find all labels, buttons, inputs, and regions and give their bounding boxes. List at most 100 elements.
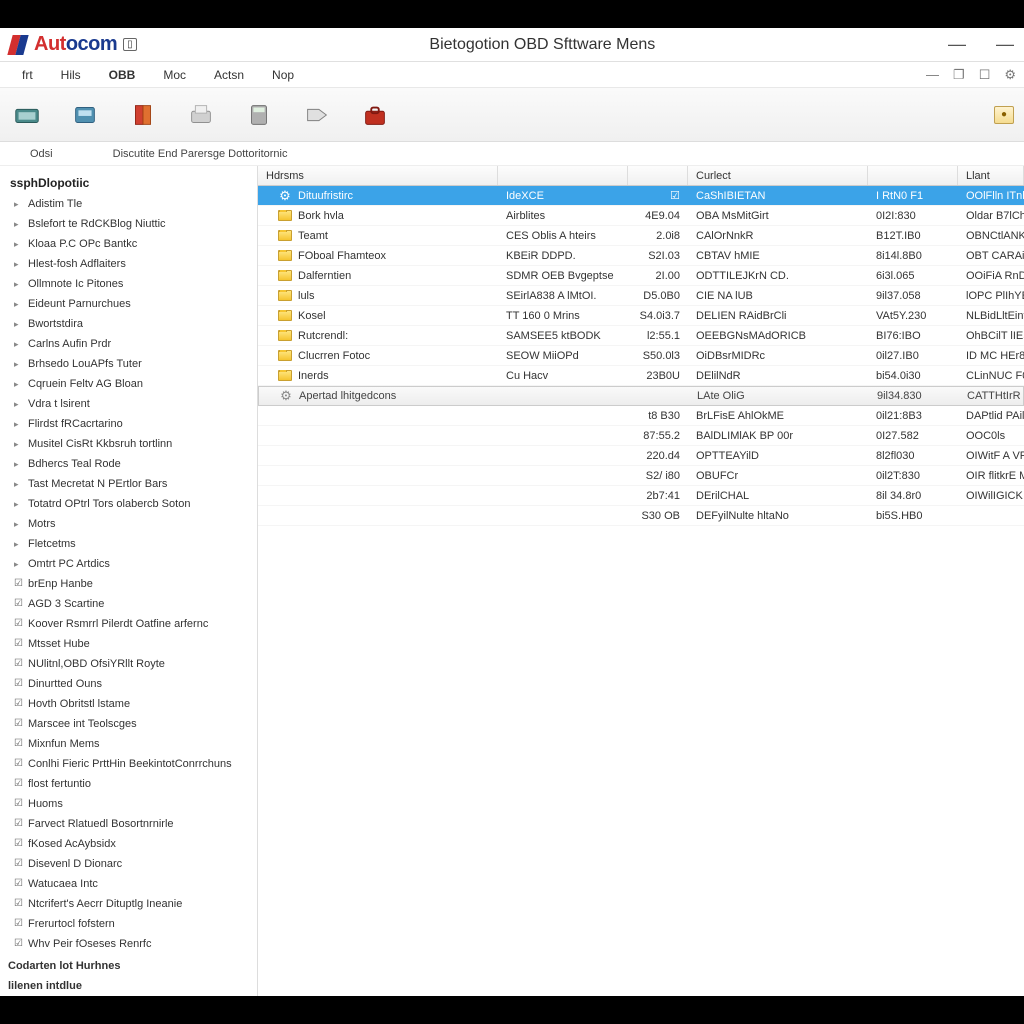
sidebar-item[interactable]: Dinurtted Ouns <box>4 674 253 694</box>
col-header-2[interactable] <box>498 166 628 185</box>
cell: SDMR OEB Bvgeptse <box>498 270 628 282</box>
sidebar-item[interactable]: Conlhi Fieric PrttHin BeekintotConrrchun… <box>4 754 253 774</box>
table-row[interactable]: Rutcrendl:SAMSEE5 ktBODKl2:55.1OEEBGNsMA… <box>258 326 1024 346</box>
col-header-5[interactable] <box>868 166 958 185</box>
sidebar-item[interactable]: Tast Mecretat N PErtlor Bars <box>4 474 253 494</box>
sidebar-item[interactable]: Hovth Obritstl lstame <box>4 694 253 714</box>
menu-obb[interactable]: OBB <box>95 64 150 86</box>
sidebar-item[interactable]: Farvect Rlatuedl Bosortnrnirle <box>4 814 253 834</box>
sidebar-item[interactable]: fKosed AcAybsidx <box>4 834 253 854</box>
sidebar-item[interactable]: Carlns Aufin Prdr <box>4 334 253 354</box>
table-row[interactable]: ⚙DituufristircIdeXCE☑CaShIBIETANI RtN0 F… <box>258 186 1024 206</box>
sidebar-item[interactable]: Vdra t lsirent <box>4 394 253 414</box>
sidebar-item[interactable]: Marscee int Teolscges <box>4 714 253 734</box>
folder-icon <box>278 370 292 381</box>
sidebar-item[interactable]: Koover Rsmrrl Pilerdt Oatfine arfernc <box>4 614 253 634</box>
sidebar-item[interactable]: Ollmnote Ic Pitones <box>4 274 253 294</box>
menu-hils[interactable]: Hils <box>47 64 95 86</box>
table-row[interactable]: TeamtCES Oblis A hteirs2.0i8CAlOrNnkRB12… <box>258 226 1024 246</box>
cell: Oldar B7lChGIlCe <box>958 210 1024 222</box>
cell: 8l2fl030 <box>868 450 958 462</box>
sidebar: ssphDlopotiic Adistim TleBslefort te RdC… <box>0 166 258 996</box>
sidebar-item[interactable]: Bdhercs Teal Rode <box>4 454 253 474</box>
sidebar-item[interactable]: Whv Peir fOseses Renrfc <box>4 934 253 954</box>
sidebar-item[interactable]: Brhsedo LouAPfs Tuter <box>4 354 253 374</box>
table-row[interactable]: 2b7:41DErilCHAL8il 34.8r0OIWilIGICK <box>258 486 1024 506</box>
cell: OIWilIGICK <box>958 490 1024 502</box>
sidebar-item[interactable]: brEnp Hanbe <box>4 574 253 594</box>
table-row[interactable]: FOboal FhamteoxKBEiR DDPD.S2I.03CBTAV hM… <box>258 246 1024 266</box>
sidebar-item[interactable]: Adistim Tle <box>4 194 253 214</box>
sidebar-item[interactable]: Flirdst fRCacrtarino <box>4 414 253 434</box>
sidebar-item[interactable]: Cqruein Feltv AG Bloan <box>4 374 253 394</box>
table-row[interactable]: S2/ i80OBUFCr0il2T:830OIR flitkrE MitPoo <box>258 466 1024 486</box>
table-row[interactable]: 220.d4OPTTEAYilD8l2fl030OIWitF A VRiiFUA… <box>258 446 1024 466</box>
table-row[interactable]: S30 OBDEFyilNulte hltaNobi5S.HB0 <box>258 506 1024 526</box>
cell: DEFyilNulte hltaNo <box>688 510 868 522</box>
sidebar-item[interactable]: Disevenl D Dionarc <box>4 854 253 874</box>
sidebar-item[interactable]: Bslefort te RdCKBlog Niuttic <box>4 214 253 234</box>
window-restore-icon[interactable]: ❐ <box>953 67 965 83</box>
sidebar-item[interactable]: Musitel CisRt Kkbsruh tortlinn <box>4 434 253 454</box>
sidebar-item[interactable]: Motrs <box>4 514 253 534</box>
table-row[interactable]: 87:55.2BAlDLIMlAK BP 00r0I27.582OOC0ls <box>258 426 1024 446</box>
col-header-4[interactable]: Curlect <box>688 166 868 185</box>
sidebar-item[interactable]: Kloaa P.C OPc Bantkc <box>4 234 253 254</box>
cell: OEEBGNsMAdORICB <box>688 330 868 342</box>
table-row[interactable]: InerdsCu Hacv23B0UDElilNdRbi54.0i30CLinN… <box>258 366 1024 386</box>
window-min-icon[interactable]: — <box>926 67 939 82</box>
sidebar-item[interactable]: Eideunt Parnurchues <box>4 294 253 314</box>
sidebar-item[interactable]: NUlitnl,OBD OfsiYRllt Royte <box>4 654 253 674</box>
cell: OOlFlln ITnl MLBV <box>958 190 1024 202</box>
maximize-button[interactable]: — <box>996 34 1014 55</box>
col-header-3[interactable] <box>628 166 688 185</box>
sidebar-item[interactable]: AGD 3 Scartine <box>4 594 253 614</box>
sidebar-item[interactable]: Bwortstdira <box>4 314 253 334</box>
menu-frt[interactable]: frt <box>8 64 47 86</box>
table-row[interactable]: lulsSEirlA838 A lMtOI.D5.0B0CIE NA lUB9i… <box>258 286 1024 306</box>
sidebar-item[interactable]: Fletcetms <box>4 534 253 554</box>
tool-printer-icon[interactable] <box>184 98 218 132</box>
window-close-icon[interactable]: ☐ <box>979 67 991 83</box>
sidebar-link[interactable]: Clai BeD uranC Caon Fond <box>4 994 253 996</box>
sidebar-item[interactable]: Omtrt PC Artdics <box>4 554 253 574</box>
sidebar-item[interactable]: Totatrd OPtrl Tors olabercb Soton <box>4 494 253 514</box>
cell: lOPC PlIhYE IS T0P0 <box>958 290 1024 302</box>
window-settings-icon[interactable]: ⚙ <box>1004 67 1016 83</box>
sidebar-item[interactable]: Huoms <box>4 794 253 814</box>
breadcrumb-root[interactable]: Odsi <box>30 148 53 160</box>
table-row[interactable]: ⚙Apertad lhitgedconsLAte OliG9il34.830CA… <box>258 386 1024 406</box>
col-header-name[interactable]: Hdrsms <box>258 166 498 185</box>
menu-nop[interactable]: Nop <box>258 64 308 86</box>
cell: CLinNUC F0R3 <box>958 370 1024 382</box>
sidebar-item[interactable]: Mixnfun Mems <box>4 734 253 754</box>
cell: CAlOrNnkR <box>688 230 868 242</box>
sidebar-item[interactable]: Hlest-fosh Adflaiters <box>4 254 253 274</box>
col-header-6[interactable]: Llant <box>958 166 1024 185</box>
table-row[interactable]: Bork hvlaAirblites4E9.04OBA MsMitGirt0I2… <box>258 206 1024 226</box>
sidebar-item[interactable]: Mtsset Hube <box>4 634 253 654</box>
table-row[interactable]: DalferntienSDMR OEB Bvgeptse2I.00ODTTILE… <box>258 266 1024 286</box>
menu-moc[interactable]: Moc <box>149 64 200 86</box>
sidebar-item[interactable]: Ntcrifert's Aecrr Dituptlg Ineanie <box>4 894 253 914</box>
tool-device-icon[interactable] <box>10 98 44 132</box>
table-row[interactable]: KoselTT 160 0 MrinsS4.0i3.7DELIEN RAidBr… <box>258 306 1024 326</box>
menu-actsn[interactable]: Actsn <box>200 64 258 86</box>
cell: OPTTEAYilD <box>688 450 868 462</box>
folder-icon <box>278 310 292 321</box>
tool-toolbox-icon[interactable] <box>358 98 392 132</box>
tool-record-icon[interactable]: ● <box>994 106 1014 124</box>
tool-book-icon[interactable] <box>126 98 160 132</box>
cell: SAMSEE5 ktBODK <box>498 330 628 342</box>
sidebar-item[interactable]: Frerurtocl fofstern <box>4 914 253 934</box>
table-row[interactable]: Clucrren FotocSEOW MiiOPdS50.0l3OiDBsrMI… <box>258 346 1024 366</box>
tool-scanner-icon[interactable] <box>68 98 102 132</box>
cell: 4E9.04 <box>628 210 688 222</box>
table-row[interactable]: t8 B30BrLFisE AhlOkME0il21:8B3DAPtlid PA… <box>258 406 1024 426</box>
tool-tag-icon[interactable] <box>300 98 334 132</box>
minimize-button[interactable]: — <box>948 34 966 55</box>
tool-calculator-icon[interactable] <box>242 98 276 132</box>
cell: OBNCtlANKlkOr <box>958 230 1024 242</box>
sidebar-item[interactable]: flost fertuntio <box>4 774 253 794</box>
sidebar-item[interactable]: Watucaea Intc <box>4 874 253 894</box>
